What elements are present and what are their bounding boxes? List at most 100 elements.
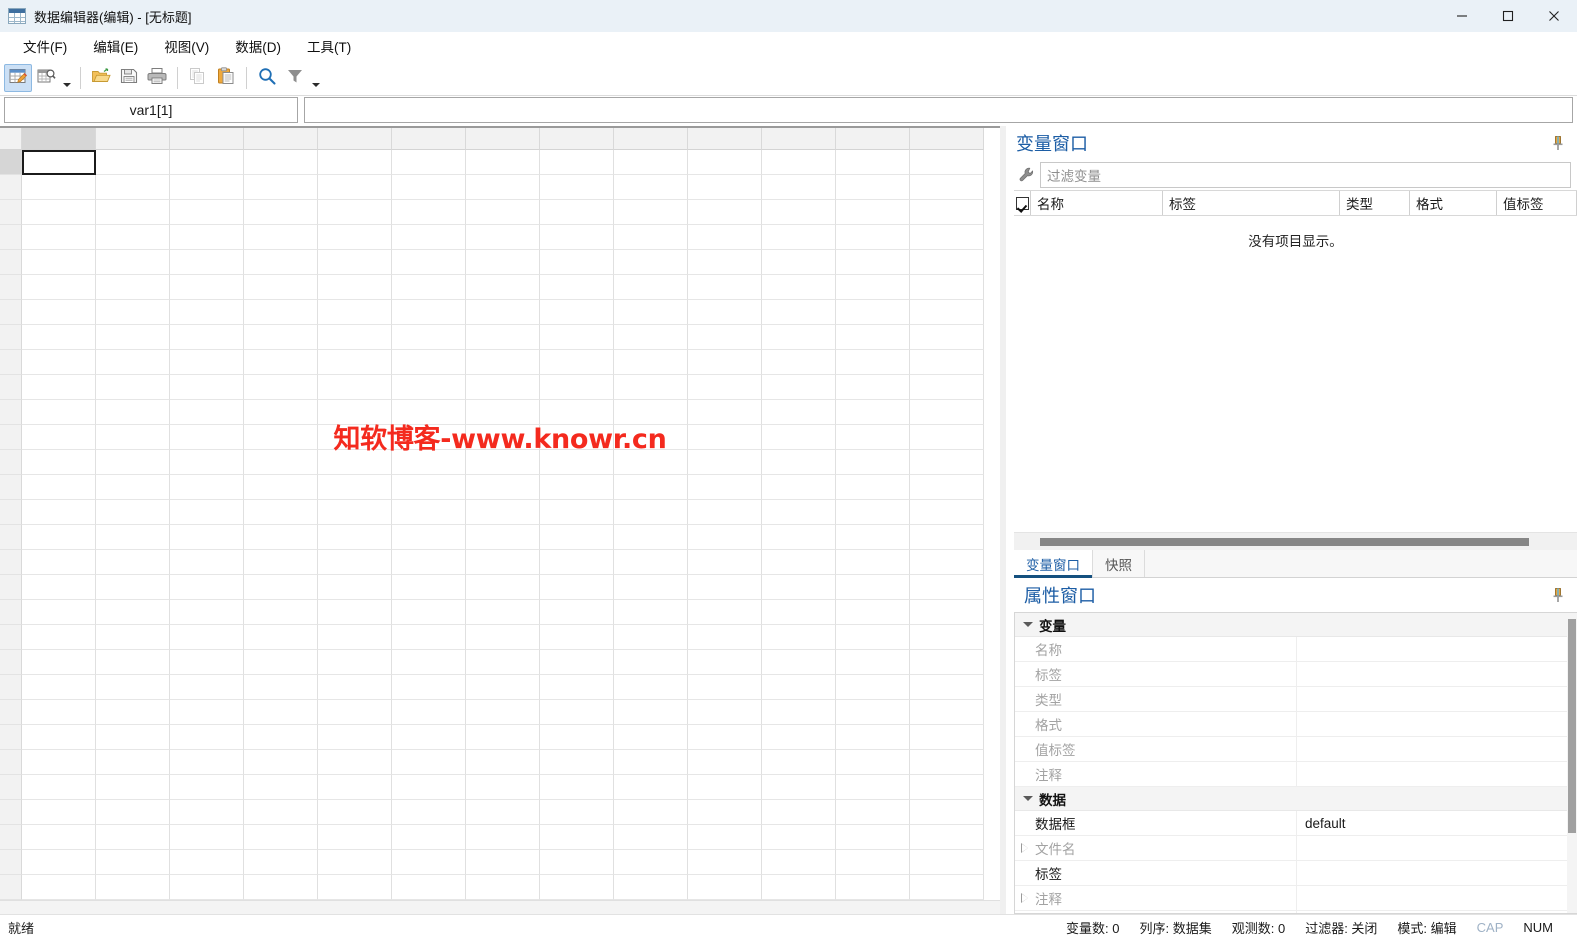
variable-filter-input[interactable]: 过滤变量 — [1040, 162, 1571, 188]
grid-cell[interactable] — [392, 425, 466, 450]
grid-cell[interactable] — [836, 850, 910, 875]
column-header[interactable] — [318, 128, 392, 150]
menu-file[interactable]: 文件(F) — [10, 32, 80, 60]
grid-cell[interactable] — [910, 775, 984, 800]
grid-cell[interactable] — [392, 850, 466, 875]
grid-cell[interactable] — [170, 525, 244, 550]
grid-cell[interactable] — [688, 525, 762, 550]
row-header[interactable] — [0, 700, 22, 725]
grid-cell[interactable] — [762, 850, 836, 875]
grid-cell[interactable] — [688, 600, 762, 625]
grid-cell[interactable] — [466, 700, 540, 725]
grid-cell[interactable] — [688, 475, 762, 500]
grid-cell[interactable] — [614, 700, 688, 725]
grid-cell[interactable] — [836, 650, 910, 675]
grid-cell[interactable] — [910, 850, 984, 875]
grid-cell[interactable] — [392, 400, 466, 425]
grid-cell[interactable] — [688, 250, 762, 275]
column-header[interactable] — [910, 128, 984, 150]
grid-cell[interactable] — [318, 575, 392, 600]
grid-cell[interactable] — [170, 500, 244, 525]
grid-cell[interactable] — [688, 650, 762, 675]
grid-cell[interactable] — [762, 275, 836, 300]
grid-cell[interactable] — [614, 625, 688, 650]
properties-group-variable[interactable]: 变量 — [1015, 613, 1577, 637]
row-header[interactable] — [0, 625, 22, 650]
grid-cell[interactable] — [244, 775, 318, 800]
grid-cell[interactable] — [466, 875, 540, 900]
grid-cell[interactable] — [540, 350, 614, 375]
grid-cell[interactable] — [762, 375, 836, 400]
grid-cell[interactable] — [170, 200, 244, 225]
grid-cell[interactable] — [540, 500, 614, 525]
grid-cell[interactable] — [466, 550, 540, 575]
grid-cell[interactable] — [614, 600, 688, 625]
grid-cell[interactable] — [392, 725, 466, 750]
grid-cell[interactable] — [762, 400, 836, 425]
grid-cell[interactable] — [910, 875, 984, 900]
grid-cell[interactable] — [244, 825, 318, 850]
row-header[interactable] — [0, 850, 22, 875]
grid-cell[interactable] — [910, 300, 984, 325]
grid-cell[interactable] — [688, 500, 762, 525]
grid-cell[interactable] — [170, 175, 244, 200]
grid-cell[interactable] — [910, 625, 984, 650]
grid-cell[interactable] — [540, 675, 614, 700]
property-value[interactable] — [1297, 662, 1577, 686]
grid-cell[interactable] — [688, 425, 762, 450]
grid-cell[interactable] — [910, 650, 984, 675]
grid-cell[interactable] — [318, 375, 392, 400]
grid-cell[interactable] — [244, 575, 318, 600]
grid-cell[interactable] — [22, 250, 96, 275]
grid-cell[interactable] — [22, 625, 96, 650]
property-value[interactable] — [1297, 637, 1577, 661]
grid-cell[interactable] — [22, 225, 96, 250]
grid-cell[interactable] — [392, 325, 466, 350]
grid-cell[interactable] — [22, 400, 96, 425]
grid-cell[interactable] — [244, 225, 318, 250]
grid-cell[interactable] — [170, 400, 244, 425]
grid-cell[interactable] — [96, 250, 170, 275]
grid-cell[interactable] — [614, 150, 688, 175]
grid-cell[interactable] — [836, 700, 910, 725]
grid-cell[interactable] — [910, 825, 984, 850]
menu-data[interactable]: 数据(D) — [222, 32, 294, 60]
grid-cell[interactable] — [836, 750, 910, 775]
grid-cell[interactable] — [466, 825, 540, 850]
grid-cell[interactable] — [688, 450, 762, 475]
grid-cell[interactable] — [466, 600, 540, 625]
grid-cell[interactable] — [540, 550, 614, 575]
grid-cell[interactable] — [910, 425, 984, 450]
grid-cell[interactable] — [836, 450, 910, 475]
property-row[interactable]: 类型 — [1015, 687, 1577, 712]
grid-cell[interactable] — [392, 175, 466, 200]
grid-cell[interactable] — [614, 450, 688, 475]
grid-cell[interactable] — [540, 775, 614, 800]
grid-cell[interactable] — [762, 250, 836, 275]
grid-cell[interactable] — [466, 750, 540, 775]
grid-cell[interactable] — [540, 325, 614, 350]
grid-cell[interactable] — [466, 375, 540, 400]
grid-cell[interactable] — [836, 300, 910, 325]
grid-cell[interactable] — [688, 300, 762, 325]
grid-cell[interactable] — [96, 650, 170, 675]
row-header[interactable] — [0, 400, 22, 425]
grid-cell[interactable] — [836, 475, 910, 500]
row-header[interactable] — [0, 825, 22, 850]
minimize-icon[interactable] — [1439, 0, 1485, 32]
grid-cell[interactable] — [22, 675, 96, 700]
grid-cell[interactable] — [614, 675, 688, 700]
grid-cell[interactable] — [688, 150, 762, 175]
grid-cell[interactable] — [614, 750, 688, 775]
grid-cell[interactable] — [910, 450, 984, 475]
grid-cell[interactable] — [318, 750, 392, 775]
grid-cell[interactable] — [836, 425, 910, 450]
grid-cell[interactable] — [466, 675, 540, 700]
grid-cell[interactable] — [836, 675, 910, 700]
grid-cell[interactable] — [910, 475, 984, 500]
grid-cell[interactable] — [762, 750, 836, 775]
property-row[interactable]: 文件名 — [1015, 836, 1577, 861]
grid-cell[interactable] — [540, 750, 614, 775]
row-header[interactable] — [0, 600, 22, 625]
grid-cell[interactable] — [318, 150, 392, 175]
